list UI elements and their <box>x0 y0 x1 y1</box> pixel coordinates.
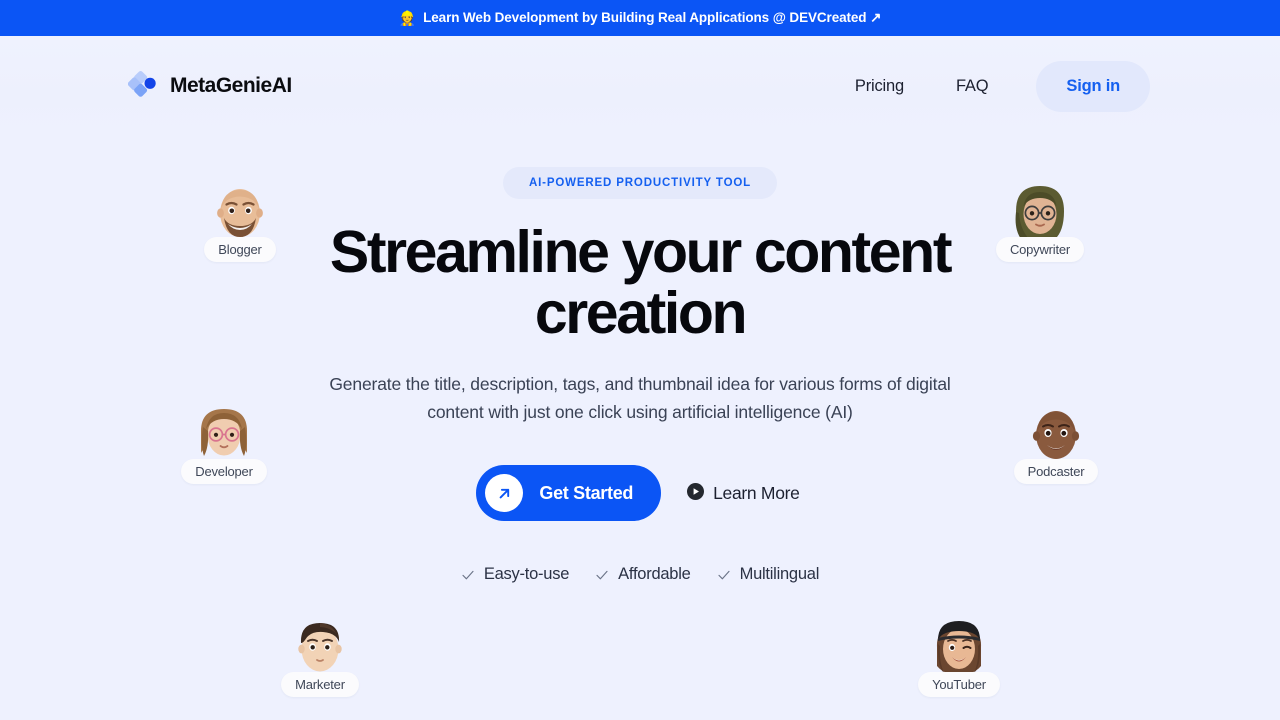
promo-banner[interactable]: 👷 Learn Web Development by Building Real… <box>0 0 1280 36</box>
persona-copywriter: Copywriter <box>980 179 1100 262</box>
persona-label: Blogger <box>204 237 276 262</box>
hero-badge: AI-POWERED PRODUCTIVITY TOOL <box>502 167 778 199</box>
developer-avatar <box>201 409 247 456</box>
hero-subtitle: Generate the title, description, tags, a… <box>329 374 951 422</box>
nav-link-faq[interactable]: FAQ <box>930 77 1014 96</box>
youtuber-avatar <box>936 621 982 673</box>
feature-item: Multilingual <box>717 565 820 584</box>
check-icon <box>462 570 474 579</box>
promo-banner-text: Learn Web Development by Building Real A… <box>423 10 882 25</box>
arrow-up-right-icon <box>485 474 524 512</box>
podcaster-avatar <box>1032 411 1080 459</box>
feature-list: Easy-to-use Affordable Multilingual <box>461 565 819 584</box>
brand-name: MetaGenieAI <box>170 74 292 97</box>
persona-label: Copywriter <box>995 237 1085 262</box>
check-icon <box>718 570 730 579</box>
copywriter-avatar <box>1015 186 1064 239</box>
feature-item: Easy-to-use <box>461 565 569 584</box>
site-header: MetaGenieAI Pricing FAQ Sign in <box>0 36 1280 136</box>
get-started-button[interactable]: Get Started <box>476 465 662 521</box>
persona-label: YouTuber <box>918 672 1000 697</box>
feature-label: Affordable <box>618 565 691 583</box>
page-title: Streamline your content creation <box>329 219 953 346</box>
feature-label: Multilingual <box>739 565 820 583</box>
cta-row: Get Started Learn More <box>476 465 803 521</box>
persona-developer: Developer <box>164 401 284 484</box>
diamond-cluster-logo-icon <box>128 71 156 97</box>
main-nav: Pricing FAQ Sign in <box>829 60 1150 112</box>
check-icon <box>596 570 608 579</box>
persona-blogger: Blogger <box>180 179 300 262</box>
nav-link-pricing[interactable]: Pricing <box>829 77 930 96</box>
feature-label: Easy-to-use <box>483 565 570 583</box>
persona-label: Developer <box>181 459 267 484</box>
sign-in-button[interactable]: Sign in <box>1036 60 1150 112</box>
brand-logo[interactable]: MetaGenieAI <box>128 71 292 101</box>
marketer-avatar <box>298 623 342 672</box>
learn-more-label: Learn More <box>713 482 800 503</box>
hero-section: AI-POWERED PRODUCTIVITY TOOL Streamline … <box>0 136 1280 720</box>
persona-label: Marketer <box>281 672 359 697</box>
learn-more-button[interactable]: Learn More <box>683 477 804 510</box>
persona-marketer: Marketer <box>260 614 380 697</box>
feature-item: Affordable <box>595 565 691 584</box>
get-started-label: Get Started <box>539 482 634 503</box>
persona-label: Podcaster <box>1013 459 1099 484</box>
persona-podcaster: Podcaster <box>996 401 1116 484</box>
persona-youtuber: YouTuber <box>899 614 1019 697</box>
play-circle-icon <box>687 483 705 503</box>
blogger-avatar <box>217 189 263 237</box>
construction-worker-icon: 👷 <box>398 10 417 26</box>
